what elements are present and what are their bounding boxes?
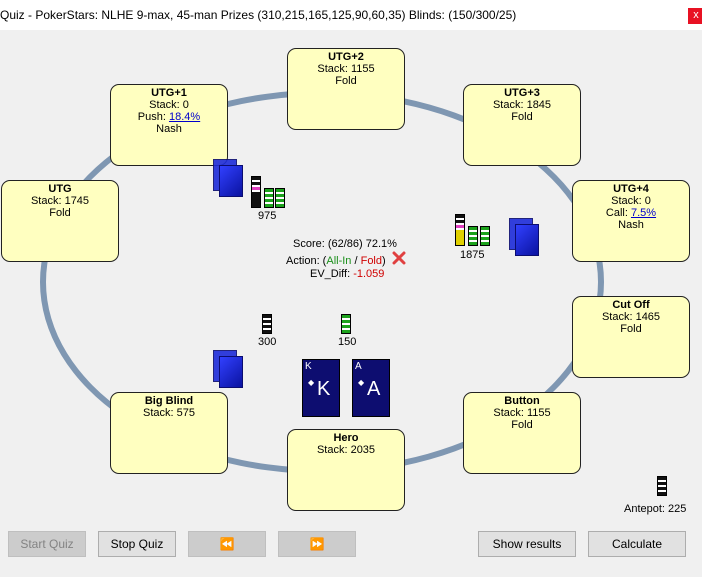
push-label: Push: bbox=[137, 111, 169, 123]
seat-big-blind: Big Blind Stack: 575 bbox=[110, 392, 228, 474]
seat-push: Push: 18.4% bbox=[111, 111, 227, 123]
seat-utg2: UTG+2 Stack: 1155 Fold bbox=[287, 48, 405, 130]
chip-stack-icon bbox=[657, 476, 667, 496]
seat-name: UTG+1 bbox=[151, 87, 187, 99]
chip-stack-icon bbox=[275, 188, 285, 208]
card-deck-icon bbox=[213, 350, 243, 388]
seat-note: Nash bbox=[156, 123, 182, 135]
action-text: Action: (All-In / Fold) bbox=[286, 255, 386, 267]
ev-diff-text: EV_Diff: -1.059 bbox=[310, 268, 385, 280]
seat-utg1: UTG+1 Stack: 0 Push: 18.4% Nash bbox=[110, 84, 228, 166]
show-results-button[interactable]: Show results bbox=[478, 531, 576, 557]
chip-stack-icon bbox=[262, 314, 272, 334]
card-rank-large: A bbox=[367, 378, 381, 400]
bet-amount: 1875 bbox=[460, 249, 485, 261]
card-deck-icon bbox=[213, 159, 243, 197]
card-suit-icon: ◆ bbox=[358, 378, 365, 387]
seat-stack: Stack: 575 bbox=[143, 407, 195, 419]
seat-name: UTG bbox=[48, 183, 72, 195]
seat-name: Hero bbox=[333, 432, 359, 444]
chip-stack-icon bbox=[455, 214, 465, 246]
seat-name: UTG+3 bbox=[504, 87, 540, 99]
window-title: Quiz - PokerStars: NLHE 9-max, 45-man Pr… bbox=[0, 8, 517, 22]
chip-stack-icon bbox=[264, 188, 274, 208]
seat-stack: Stack: 1155 bbox=[317, 63, 375, 75]
hero-card-2: A ◆ A bbox=[352, 359, 390, 417]
score-text: Score: (62/86) 72.1% bbox=[293, 238, 397, 250]
bet-amount: 150 bbox=[338, 336, 357, 348]
call-label: Call: bbox=[605, 207, 631, 219]
card-rank-small: A bbox=[355, 361, 362, 372]
card-rank-large: K bbox=[317, 378, 331, 400]
stop-quiz-button[interactable]: Stop Quiz bbox=[98, 531, 176, 557]
seat-call: Call: 7.5% bbox=[573, 207, 689, 219]
seat-note: Nash bbox=[618, 219, 644, 231]
seat-stack: Stack: 1465 bbox=[601, 311, 661, 323]
seat-stack: Stack: 0 bbox=[611, 195, 651, 207]
bet-amount: 300 bbox=[258, 336, 277, 348]
seat-action: Fold bbox=[49, 207, 71, 219]
seat-name: UTG+2 bbox=[328, 51, 364, 63]
seat-stack: Stack: 2035 bbox=[316, 444, 376, 456]
call-percent-link[interactable]: 7.5% bbox=[631, 207, 656, 219]
close-icon[interactable]: x bbox=[688, 8, 702, 24]
chip-stack-icon bbox=[480, 226, 490, 246]
seat-stack: Stack: 1845 bbox=[492, 99, 552, 111]
seat-action: Fold bbox=[511, 419, 533, 431]
chip-stack-icon bbox=[468, 226, 478, 246]
seat-utg: UTG Stack: 1745 Fold bbox=[1, 180, 119, 262]
seat-utg3: UTG+3 Stack: 1845 Fold bbox=[463, 84, 581, 166]
chip-stack-icon bbox=[251, 176, 261, 208]
x-mark-icon bbox=[392, 251, 406, 265]
seat-name: Big Blind bbox=[144, 395, 194, 407]
card-suit-icon: ◆ bbox=[308, 378, 315, 387]
seat-stack: Stack: 1155 bbox=[493, 407, 551, 419]
chip-stack-icon bbox=[341, 314, 351, 334]
title-bar: Quiz - PokerStars: NLHE 9-max, 45-man Pr… bbox=[0, 0, 702, 30]
seat-stack: Stack: 0 bbox=[149, 99, 189, 111]
seat-stack: Stack: 1745 bbox=[30, 195, 90, 207]
hero-card-1: K ◆ K bbox=[302, 359, 340, 417]
push-percent-link[interactable]: 18.4% bbox=[169, 111, 200, 123]
next-button[interactable]: ⏩ bbox=[278, 531, 356, 557]
antepot-label: Antepot: 225 bbox=[624, 503, 687, 515]
bet-amount: 975 bbox=[258, 210, 277, 222]
seat-action: Fold bbox=[335, 75, 357, 87]
seat-cutoff: Cut Off Stack: 1465 Fold bbox=[572, 296, 690, 378]
seat-utg4: UTG+4 Stack: 0 Call: 7.5% Nash bbox=[572, 180, 690, 262]
card-rank-small: K bbox=[305, 361, 312, 372]
seat-button: Button Stack: 1155 Fold bbox=[463, 392, 581, 474]
start-quiz-button[interactable]: Start Quiz bbox=[8, 531, 86, 557]
calculate-button[interactable]: Calculate bbox=[588, 531, 686, 557]
seat-hero: Hero Stack: 2035 bbox=[287, 429, 405, 511]
seat-action: Fold bbox=[620, 323, 642, 335]
card-deck-icon bbox=[509, 218, 539, 256]
seat-name: Cut Off bbox=[612, 299, 650, 311]
seat-name: Button bbox=[504, 395, 540, 407]
seat-name: UTG+4 bbox=[613, 183, 649, 195]
previous-button[interactable]: ⏪ bbox=[188, 531, 266, 557]
seat-action: Fold bbox=[511, 111, 533, 123]
